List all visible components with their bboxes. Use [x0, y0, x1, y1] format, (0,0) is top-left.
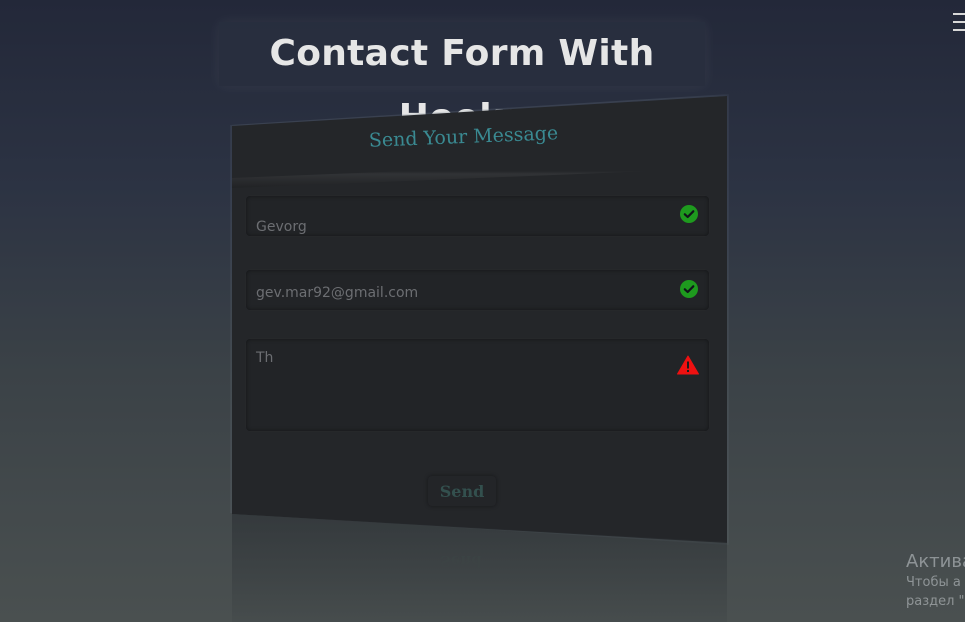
- activation-title: Актива: [906, 551, 965, 572]
- name-field[interactable]: Gevorg: [246, 196, 709, 236]
- check-circle-icon: [680, 205, 698, 223]
- name-field-value: Gevorg: [256, 219, 307, 235]
- email-field[interactable]: gev.mar92@gmail.com: [246, 270, 709, 310]
- activation-line-2: раздел ": [906, 594, 965, 609]
- warning-triangle-icon: [677, 355, 699, 375]
- contact-form-card: Send Your Message Gevorg gev.mar92@gmail…: [230, 94, 729, 545]
- page-title: Contact Form With Hooks: [219, 22, 705, 138]
- activation-line-1: Чтобы а: [906, 575, 961, 590]
- email-field-value: gev.mar92@gmail.com: [256, 285, 419, 301]
- send-button[interactable]: Send: [428, 476, 496, 506]
- windows-activation-watermark: Актива Чтобы а раздел ": [906, 551, 965, 611]
- send-button-reflection: Send: [440, 552, 482, 570]
- message-field[interactable]: Th: [246, 339, 709, 431]
- check-circle-icon: [680, 280, 698, 298]
- message-field-value: Th: [256, 350, 274, 366]
- hamburger-menu-icon[interactable]: [953, 13, 965, 33]
